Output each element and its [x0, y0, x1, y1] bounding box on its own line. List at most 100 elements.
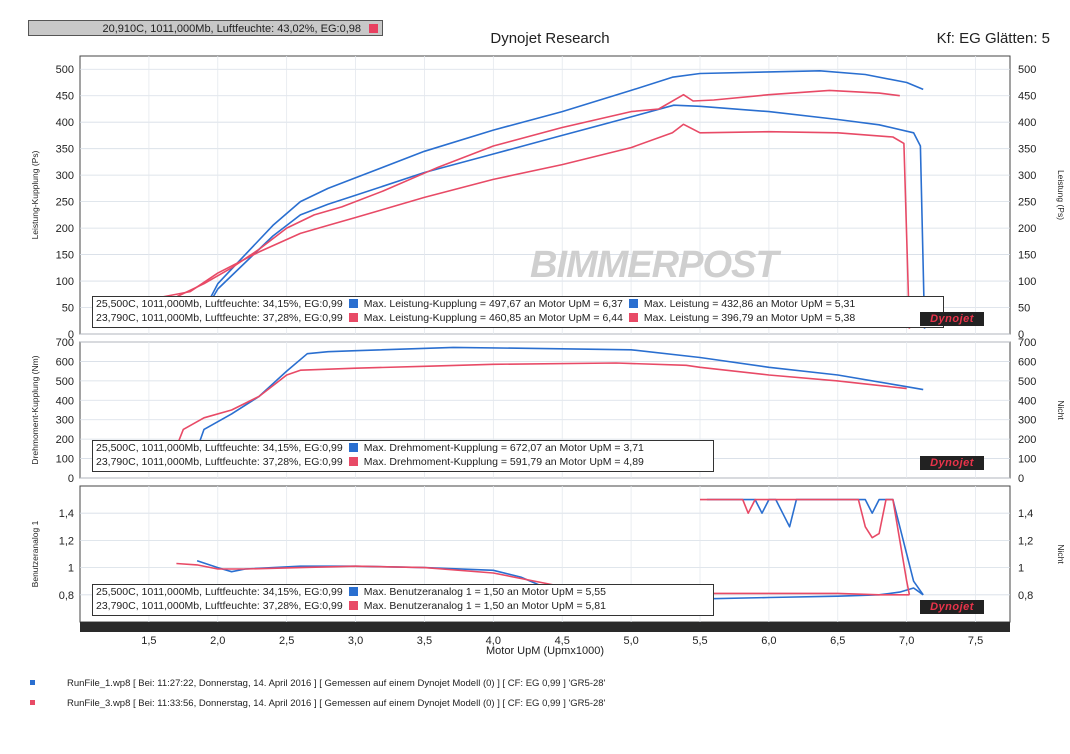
y-tick-label-right: 500: [1018, 376, 1036, 388]
y-axis-label-right: Leistung (Ps): [1056, 170, 1066, 220]
x-tick-label: 2,0: [210, 635, 225, 647]
y-tick-label-right: 600: [1018, 356, 1036, 368]
legend-row-run-3: 23,790C, 1011,000Mb, Luftfeuchte: 37,28%…: [96, 312, 855, 325]
legend-swatch: [348, 457, 358, 466]
y-tick-label: 0: [68, 473, 74, 485]
y-tick-label-right: 0,8: [1018, 590, 1033, 602]
y-tick-label: 600: [56, 356, 74, 368]
x-tick-label: 5,0: [623, 635, 638, 647]
legend-max-b: Max. Leistung = 432,86 an Motor UpM = 5,…: [643, 298, 856, 310]
y-tick-label-right: 1,2: [1018, 535, 1033, 547]
legend-max-a: Max. Leistung-Kupplung = 497,67 an Motor…: [363, 298, 623, 310]
legend-swatch: [348, 443, 358, 452]
legend-row-run-1: 25,500C, 1011,000Mb, Luftfeuchte: 34,15%…: [96, 298, 855, 311]
legend-max-a: Max. Drehmoment-Kupplung = 591,79 an Mot…: [363, 456, 644, 468]
y-tick-label-right: 500: [1018, 64, 1036, 76]
x-tick-label: 7,0: [899, 635, 914, 647]
y-tick-label: 1,4: [59, 508, 74, 520]
y-tick-label: 250: [56, 197, 74, 209]
legend-max-a: Max. Benutzeranalog 1 = 1,50 an Motor Up…: [363, 600, 606, 612]
x-tick-label: 7,5: [968, 635, 983, 647]
footer-run-1: RunFile_1.wp8 [ Bei: 11:27:22, Donnersta…: [30, 678, 605, 689]
y-tick-label: 450: [56, 91, 74, 103]
y-tick-label: 1: [68, 563, 74, 575]
legend-conditions: 25,500C, 1011,000Mb, Luftfeuchte: 34,15%…: [96, 586, 343, 598]
legend-swatch: [348, 313, 358, 322]
y-tick-label: 150: [56, 250, 74, 262]
y-tick-label-right: 450: [1018, 91, 1036, 103]
x-tick-label: 6,5: [830, 635, 845, 647]
legend-max-a: Max. Drehmoment-Kupplung = 672,07 an Mot…: [363, 442, 644, 454]
y-tick-label-right: 1,4: [1018, 508, 1033, 520]
dynojet-logo: Dynojet: [920, 600, 984, 614]
panel-frame: [79, 55, 1011, 335]
watermark: BIMMERPOST: [530, 244, 779, 286]
y-tick-label-right: 250: [1018, 197, 1036, 209]
y-axis-label-right: Nicht: [1056, 400, 1066, 420]
y-tick-label: 400: [56, 395, 74, 407]
x-tick-label: 2,5: [279, 635, 294, 647]
y-tick-label: 100: [56, 454, 74, 466]
y-tick-label-right: 100: [1018, 276, 1036, 288]
legend-conditions: 23,790C, 1011,000Mb, Luftfeuchte: 37,28%…: [96, 600, 343, 612]
legend-swatch: [348, 587, 358, 596]
run-1-marker: [30, 680, 35, 685]
x-axis-band: [80, 622, 1010, 632]
y-tick-label: 200: [56, 223, 74, 235]
y-tick-label: 300: [56, 170, 74, 182]
y-tick-label: 200: [56, 434, 74, 446]
legend-swatch: [628, 299, 638, 308]
legend-swatch: [628, 313, 638, 322]
y-tick-label-right: 100: [1018, 454, 1036, 466]
legend-row-run-1: 25,500C, 1011,000Mb, Luftfeuchte: 34,15%…: [96, 442, 644, 455]
legend-conditions: 25,500C, 1011,000Mb, Luftfeuchte: 34,15%…: [96, 442, 343, 454]
y-tick-label: 350: [56, 144, 74, 156]
x-tick-label: 6,0: [761, 635, 776, 647]
run-3-marker: [30, 700, 35, 705]
dynojet-logo: Dynojet: [920, 312, 984, 326]
y-axis-label-right: Nicht: [1056, 544, 1066, 564]
footer-run-1-text: RunFile_1.wp8 [ Bei: 11:27:22, Donnersta…: [67, 678, 606, 689]
x-tick-label: 5,5: [692, 635, 707, 647]
dynojet-logo: Dynojet: [920, 456, 984, 470]
legend-row-run-3: 23,790C, 1011,000Mb, Luftfeuchte: 37,28%…: [96, 600, 606, 613]
y-tick-label-right: 1: [1018, 563, 1024, 575]
y-tick-label: 500: [56, 64, 74, 76]
legend-swatch: [348, 299, 358, 308]
y-axis-label: Drehmoment-Kupplung (Nm): [30, 355, 40, 464]
y-tick-label: 50: [62, 303, 74, 315]
x-tick-label: 3,0: [348, 635, 363, 647]
y-tick-label: 400: [56, 117, 74, 129]
y-axis-label: Benutzeranalog 1: [30, 520, 40, 587]
y-tick-label-right: 300: [1018, 170, 1036, 182]
y-tick-label-right: 200: [1018, 223, 1036, 235]
y-tick-label: 100: [56, 276, 74, 288]
y-tick-label-right: 300: [1018, 415, 1036, 427]
legend-conditions: 23,790C, 1011,000Mb, Luftfeuchte: 37,28%…: [96, 456, 343, 468]
y-tick-label: 700: [56, 337, 74, 349]
legend-row-run-3: 23,790C, 1011,000Mb, Luftfeuchte: 37,28%…: [96, 456, 644, 469]
legend-max-a: Max. Leistung-Kupplung = 460,85 an Motor…: [363, 312, 623, 324]
y-tick-label-right: 400: [1018, 395, 1036, 407]
y-tick-label: 0,8: [59, 590, 74, 602]
x-axis-label: Motor UpM (Upmx1000): [486, 645, 604, 657]
y-tick-label-right: 150: [1018, 250, 1036, 262]
dyno-chart: 0 0 50 50 100 100 150 150 200 200 250 250 300 300 350 3…: [30, 55, 1066, 657]
y-tick-label-right: 50: [1018, 303, 1030, 315]
legend-swatch: [348, 601, 358, 610]
x-tick-label: 3,5: [417, 635, 432, 647]
y-tick-label-right: 200: [1018, 434, 1036, 446]
y-axis-label: Leistung-Kupplung (Ps): [30, 150, 40, 239]
legend-max-a: Max. Benutzeranalog 1 = 1,50 an Motor Up…: [363, 586, 606, 598]
footer-run-3-text: RunFile_3.wp8 [ Bei: 11:33:56, Donnersta…: [67, 698, 606, 709]
x-tick-label: 1,5: [141, 635, 156, 647]
legend-conditions: 23,790C, 1011,000Mb, Luftfeuchte: 37,28%…: [96, 312, 343, 324]
y-tick-label: 300: [56, 415, 74, 427]
legend-row-run-1: 25,500C, 1011,000Mb, Luftfeuchte: 34,15%…: [96, 586, 606, 599]
legend-conditions: 25,500C, 1011,000Mb, Luftfeuchte: 34,15%…: [96, 298, 343, 310]
y-tick-label-right: 700: [1018, 337, 1036, 349]
footer-run-3: RunFile_3.wp8 [ Bei: 11:33:56, Donnersta…: [30, 698, 605, 709]
y-tick-label-right: 0: [1018, 473, 1024, 485]
y-tick-label: 500: [56, 376, 74, 388]
y-tick-label-right: 400: [1018, 117, 1036, 129]
